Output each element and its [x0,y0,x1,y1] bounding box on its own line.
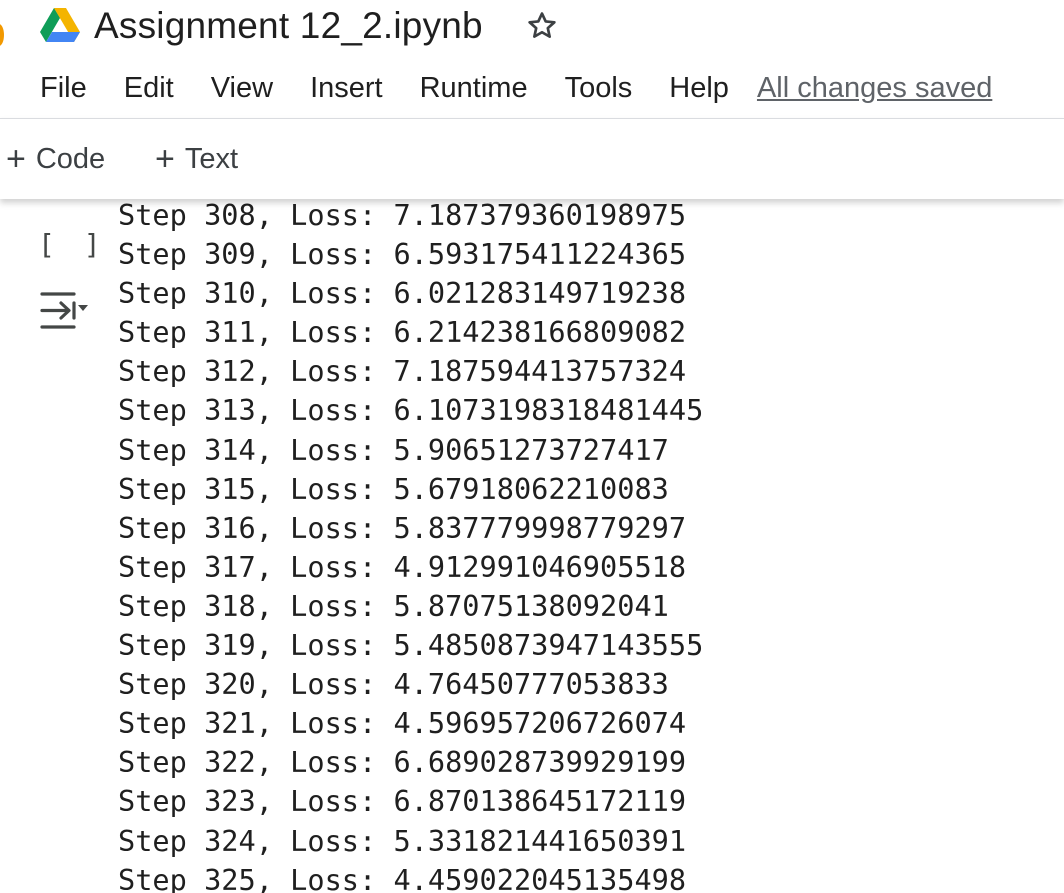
cell-output-area: [ ] Step 308, Loss: 7.187379360198975 Ste… [0,198,1064,893]
title-row: Assignment 12_2.ipynb [40,0,559,52]
menu-help[interactable]: Help [669,72,729,105]
output-line: Step 321, Loss: 4.596957206726074 [118,706,687,741]
output-line: Step 309, Loss: 6.593175411224365 [118,237,687,272]
output-line: Step 314, Loss: 5.90651273727417 [118,432,669,467]
output-line: Step 323, Loss: 6.870138645172119 [118,784,687,819]
output-line: Step 319, Loss: 5.4850873947143555 [118,628,704,663]
output-line: Step 317, Loss: 4.912991046905518 [118,549,687,584]
edge-fragment [0,24,4,46]
output-line: Step 308, Loss: 7.187379360198975 [118,198,687,232]
cell-toolbar: + Code + Text [0,118,1064,199]
output-line: Step 324, Loss: 5.331821441650391 [118,823,687,858]
output-line: Step 318, Loss: 5.87075138092041 [118,588,669,623]
save-status-link[interactable]: All changes saved [757,72,992,105]
menu-runtime[interactable]: Runtime [420,72,528,105]
training-log-output: Step 308, Loss: 7.187379360198975 Step 30… [118,198,703,893]
notebook-title[interactable]: Assignment 12_2.ipynb [94,5,483,47]
output-line: Step 325, Loss: 4.459022045135498 [118,862,687,893]
menu-tools[interactable]: Tools [565,72,633,105]
plus-icon: + [6,139,26,178]
menu-bar: File Edit View Insert Runtime Tools Help… [40,66,992,110]
output-toggle-icon[interactable] [38,290,90,332]
output-line: Step 310, Loss: 6.021283149719238 [118,276,687,311]
add-text-cell-button[interactable]: + Text [155,139,238,179]
output-line: Step 322, Loss: 6.689028739929199 [118,745,687,780]
menu-file[interactable]: File [40,72,87,105]
colab-notebook-window: Assignment 12_2.ipynb File Edit View Ins… [0,0,1064,893]
menu-view[interactable]: View [211,72,273,105]
output-line: Step 312, Loss: 7.187594413757324 [118,354,687,389]
menu-insert[interactable]: Insert [310,72,383,105]
menu-edit[interactable]: Edit [124,72,174,105]
plus-icon: + [155,139,175,178]
google-drive-icon[interactable] [40,8,80,44]
star-icon[interactable] [525,9,559,43]
run-cell-bracket[interactable]: [ ] [38,228,107,261]
add-code-cell-button[interactable]: + Code [6,139,105,179]
output-line: Step 311, Loss: 6.214238166809082 [118,315,687,350]
add-code-label: Code [35,142,106,175]
output-line: Step 320, Loss: 4.76450777053833 [118,667,669,702]
output-line: Step 316, Loss: 5.837779998779297 [118,510,687,545]
output-line: Step 315, Loss: 5.67918062210083 [118,471,669,506]
output-line: Step 313, Loss: 6.1073198318481445 [118,393,704,428]
add-text-label: Text [184,142,239,175]
